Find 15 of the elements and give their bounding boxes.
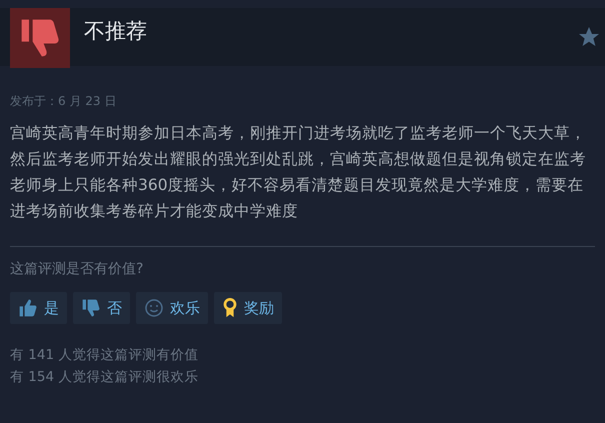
vote-count-text: 有 154 人觉得这篇评测很欢乐: [10, 368, 200, 387]
posted-date: 发布于：6 月 23 日: [10, 93, 118, 110]
star-icon[interactable]: [577, 25, 601, 49]
helpful-prompt: 这篇评测是否有价值?: [10, 260, 144, 279]
vote-button[interactable]: 是: [10, 292, 67, 324]
vote-button[interactable]: 奖励: [214, 292, 282, 324]
vote-button[interactable]: 否: [73, 292, 130, 324]
thumbs-down-icon: [81, 298, 101, 318]
vote-button[interactable]: 欢乐: [136, 292, 208, 324]
vote-count-text: 有 141 人觉得这篇评测有价值: [10, 346, 200, 365]
review-text: 宫崎英高青年时期参加日本高考，刚推开门进考场就吃了监考老师一个飞天大草，然后监考老师开始发出耀眼的强光到处乱跳，宫崎英高想做题但是视角锁定在监考老师身上只能各种360度摇头，好不容易看清楚题目发现竟然是大学难度，需要在进考场前收集考卷碎片才能变成中学难度: [10, 123, 587, 222]
verdict-title: 不推荐: [84, 18, 147, 45]
thumbs-up-icon: [18, 298, 38, 318]
smiley-icon: [144, 298, 164, 318]
award-icon: [222, 298, 238, 318]
